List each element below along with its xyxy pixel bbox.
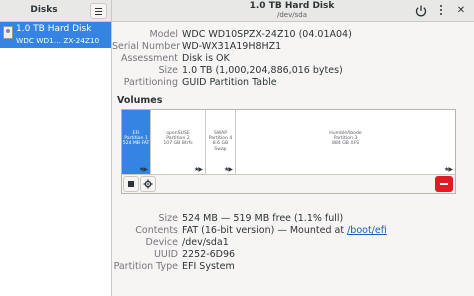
volume-size-value: 524 MB — 519 MB free (1.1% full) — [182, 213, 344, 224]
power-icon[interactable] — [414, 4, 428, 18]
partition-options-button[interactable] — [140, 176, 156, 192]
partition-flags-icon: ★▶ — [194, 166, 203, 173]
size-key: Size — [158, 65, 178, 76]
hard-disk-icon — [3, 26, 13, 39]
main-panel: Model WDC WD10SPZX-24Z10 (04.01A04) Seri… — [112, 22, 474, 296]
uuid-key: UUID — [153, 249, 178, 260]
unmount-button[interactable] — [123, 176, 139, 192]
disk-name: 1.0 TB Hard Disk — [16, 24, 92, 34]
partition-efi[interactable]: EFI Partition 1 524 MB FAT ★▶ — [122, 110, 151, 174]
serial-value: WD-WX31A19H8HZ1 — [182, 41, 282, 52]
assessment-value: Disk is OK — [182, 53, 230, 64]
window-subtitle: /dev/sda — [277, 11, 307, 19]
contents-value: FAT (16-bit version) — Mounted at /boot/… — [182, 225, 387, 236]
partitioning-key: Partitioning — [123, 77, 178, 88]
sidebar-item-disk[interactable]: 1.0 TB Hard Disk WDC WD1… ZX-24Z10 — [0, 22, 111, 48]
disk-model: WDC WD1… ZX-24Z10 — [16, 36, 100, 45]
gear-icon — [143, 179, 153, 189]
partition-flags-icon: ★▶ — [139, 166, 148, 173]
mount-point-link[interactable]: /boot/efi — [347, 225, 387, 236]
model-value: WDC WD10SPZX-24Z10 (04.01A04) — [182, 29, 352, 40]
sidebar-title: Disks — [30, 5, 58, 15]
partition-type-value: EFI System — [182, 261, 235, 272]
partition-flags-icon: ★▶ — [444, 166, 453, 173]
contents-key: Contents — [135, 225, 178, 236]
minus-icon — [440, 183, 448, 185]
partition-flags-icon: ★▶ — [224, 166, 233, 173]
menu-button[interactable] — [90, 3, 107, 19]
menu-icon — [95, 7, 102, 9]
delete-partition-button[interactable] — [435, 176, 453, 192]
sidebar: 1.0 TB Hard Disk WDC WD1… ZX-24Z10 — [0, 22, 112, 296]
kebab-menu-icon[interactable] — [437, 5, 445, 17]
header-bar: 1.0 TB Hard Disk /dev/sda ✕ — [112, 0, 474, 22]
stop-icon — [128, 181, 134, 187]
model-key: Model — [149, 29, 178, 40]
volume-size-key: Size — [158, 213, 178, 224]
serial-key: Serial Number — [112, 41, 181, 52]
partition-humbleabode[interactable]: HumbleAbode Partition 3 884 GB XFS ★▶ — [236, 110, 455, 174]
uuid-value: 2252-6D96 — [182, 249, 236, 260]
window-title: 1.0 TB Hard Disk — [249, 1, 335, 11]
close-icon[interactable]: ✕ — [454, 4, 468, 18]
partition-swap[interactable]: SWAP Partition 4 8.6 GB Swap ★▶ — [206, 110, 236, 174]
volumes-heading: Volumes — [117, 95, 163, 106]
volume-map: EFI Partition 1 524 MB FAT ★▶ openSUSE Part… — [121, 109, 456, 194]
assessment-key: Assessment — [121, 53, 178, 64]
device-value: /dev/sda1 — [182, 237, 229, 248]
device-key: Device — [145, 237, 179, 248]
volume-toolbar — [122, 174, 455, 193]
size-value: 1.0 TB (1,000,204,886,016 bytes) — [182, 65, 343, 76]
partition-type-key: Partition Type — [113, 261, 178, 272]
sidebar-header: Disks — [0, 0, 112, 22]
partitioning-value: GUID Partition Table — [182, 77, 277, 88]
partition-opensuse[interactable]: openSUSE Partition 2 107 GB Btrfs ★▶ — [151, 110, 206, 174]
